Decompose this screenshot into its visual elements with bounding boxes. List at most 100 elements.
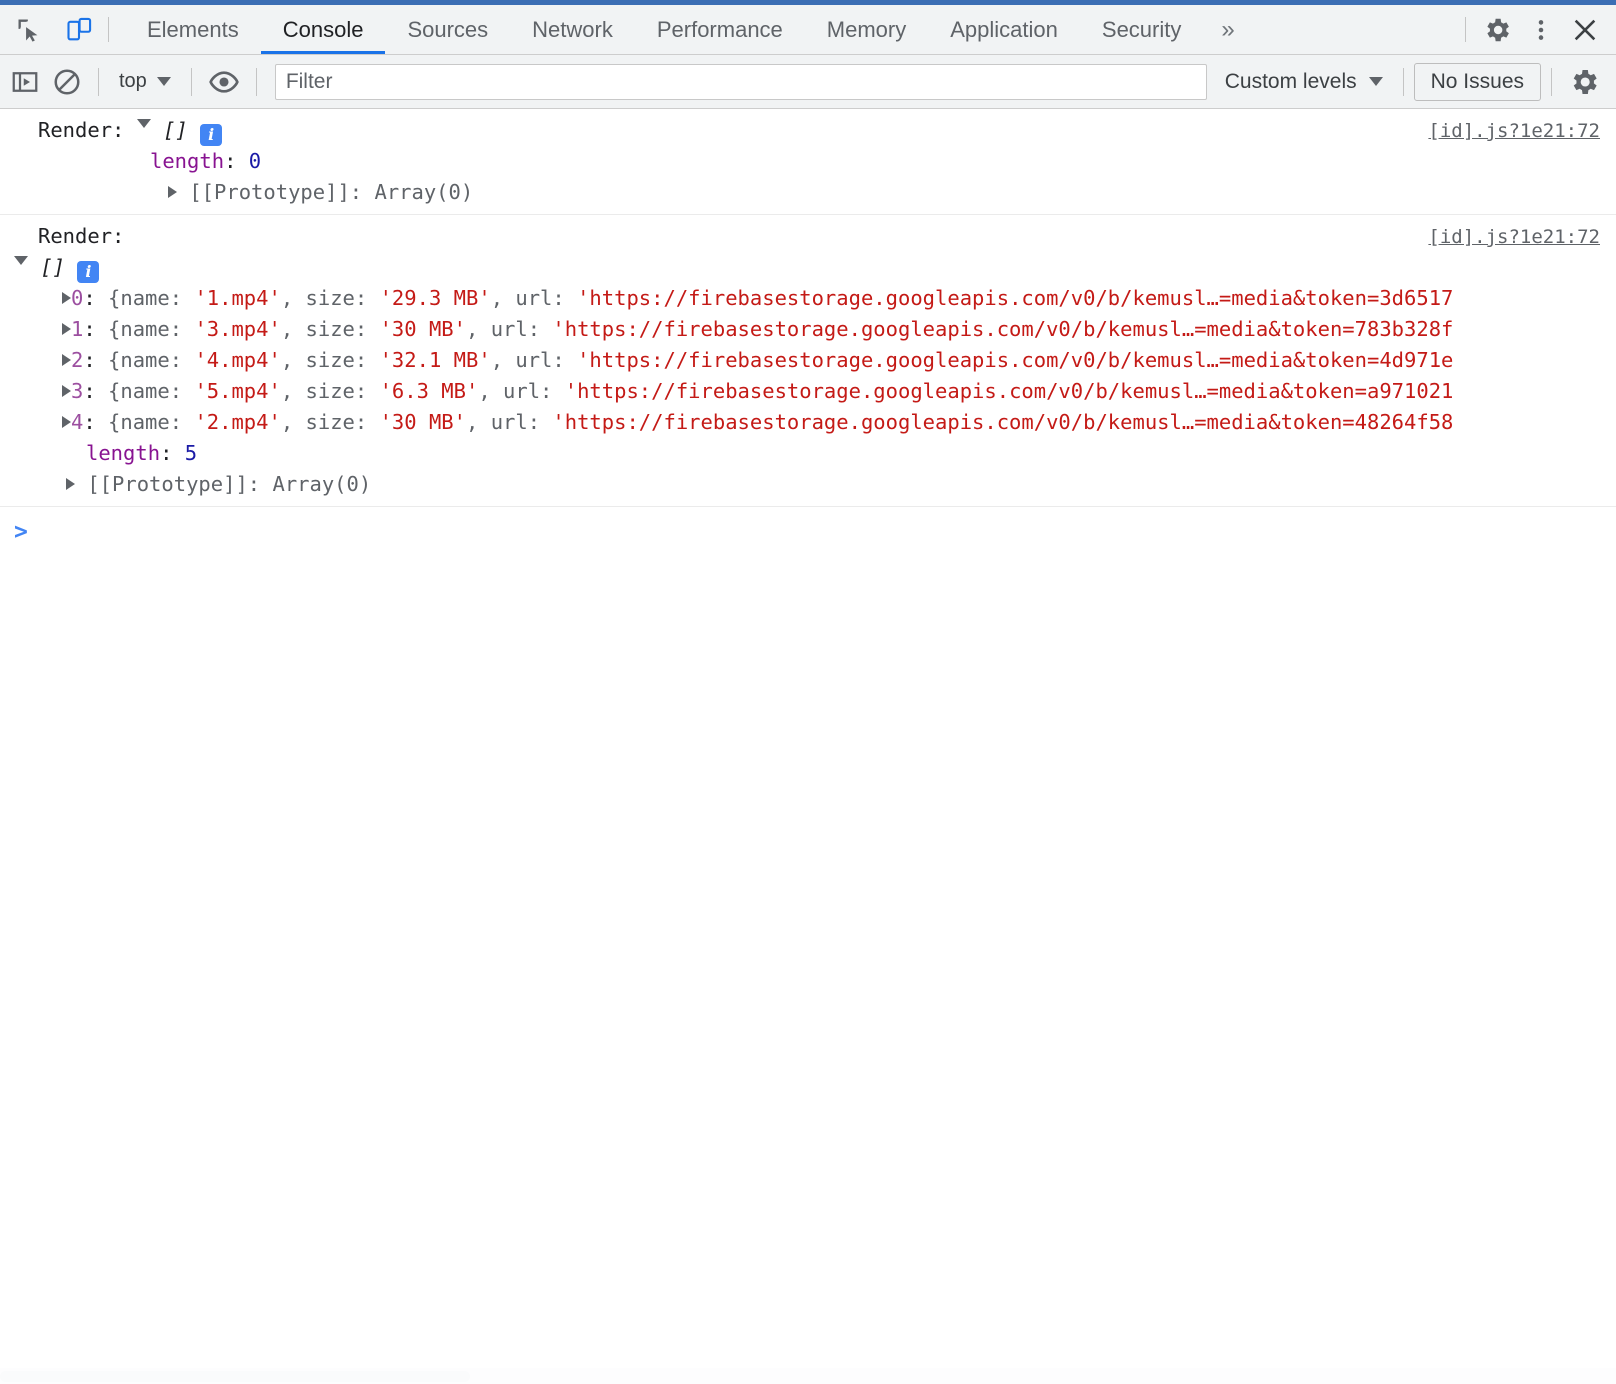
panel-tabs: Elements Console Sources Network Perform… bbox=[125, 5, 1253, 54]
tab-sources-label: Sources bbox=[407, 16, 489, 42]
url-key: url: bbox=[515, 286, 565, 310]
array-length-row: length: 5 bbox=[86, 441, 198, 465]
execution-context-label: top bbox=[119, 70, 147, 92]
tab-console[interactable]: Console bbox=[261, 5, 386, 54]
info-badge-icon[interactable]: i bbox=[200, 124, 223, 146]
devtools-window: Elements Console Sources Network Perform… bbox=[0, 0, 1616, 1384]
array-label: [] bbox=[163, 118, 188, 142]
item-url: 'https://firebasestorage.googleapis.com/… bbox=[552, 317, 1454, 341]
item-name: '2.mp4' bbox=[194, 410, 281, 434]
source-link[interactable]: [id].js?1e21:72 bbox=[1428, 222, 1600, 253]
item-name: '3.mp4' bbox=[194, 317, 281, 341]
console-toolbar: top Custom levels No Issues bbox=[0, 55, 1616, 109]
gear-icon[interactable] bbox=[1476, 9, 1518, 51]
tab-network[interactable]: Network bbox=[510, 5, 635, 54]
size-key: size: bbox=[305, 348, 368, 372]
name-key: name: bbox=[120, 410, 183, 434]
gear-icon[interactable] bbox=[1562, 61, 1606, 103]
inspect-cursor-icon[interactable] bbox=[8, 9, 50, 51]
issues-button[interactable]: No Issues bbox=[1413, 62, 1541, 101]
tab-network-label: Network bbox=[532, 16, 613, 42]
close-icon[interactable] bbox=[1564, 9, 1606, 51]
expand-toggle-icon[interactable] bbox=[168, 186, 177, 198]
item-size: '32.1 MB' bbox=[379, 348, 491, 372]
clear-console-icon[interactable] bbox=[46, 61, 88, 103]
tab-sources[interactable]: Sources bbox=[385, 5, 510, 54]
name-key: name: bbox=[120, 379, 183, 403]
log-levels-label: Custom levels bbox=[1224, 69, 1357, 93]
tab-memory-label: Memory bbox=[826, 16, 907, 42]
array-root-row: [] i bbox=[0, 252, 1616, 283]
console-prompt[interactable]: > bbox=[0, 507, 1616, 548]
item-size: '30 MB' bbox=[379, 317, 466, 341]
expand-toggle-icon[interactable] bbox=[62, 292, 71, 304]
url-key: url: bbox=[503, 379, 553, 403]
array-item-row[interactable]: 4: {name: '2.mp4', size: '30 MB', url: '… bbox=[0, 407, 1616, 438]
array-item-row[interactable]: 0: {name: '1.mp4', size: '29.3 MB', url:… bbox=[0, 283, 1616, 314]
array-length-row: length: 0 bbox=[150, 149, 262, 173]
console-toolbar-divider-4 bbox=[1402, 67, 1404, 96]
item-index: 0 bbox=[71, 286, 84, 310]
chevron-down-icon bbox=[156, 77, 171, 86]
console-toolbar-divider-5 bbox=[1551, 67, 1552, 96]
tab-elements-label: Elements bbox=[147, 16, 239, 42]
live-expression-icon[interactable] bbox=[202, 61, 246, 103]
item-url: 'https://firebasestorage.googleapis.com/… bbox=[577, 348, 1454, 372]
expand-toggle-icon[interactable] bbox=[14, 256, 28, 271]
console-message: Render: [] i 0: {name: '1.mp4', size: '2… bbox=[0, 215, 1616, 507]
info-badge-icon[interactable]: i bbox=[77, 261, 100, 283]
size-key: size: bbox=[305, 286, 368, 310]
filter-input[interactable] bbox=[274, 63, 1207, 100]
tab-performance[interactable]: Performance bbox=[635, 5, 805, 54]
console-toolbar-divider-2 bbox=[190, 67, 192, 96]
prompt-caret-icon: > bbox=[14, 519, 28, 545]
expand-toggle-icon[interactable] bbox=[62, 416, 71, 428]
execution-context-selector[interactable]: top bbox=[109, 62, 181, 102]
item-size: '30 MB' bbox=[379, 410, 466, 434]
console-message: Render: [] i length: 0 [[Prototype]]: Ar… bbox=[0, 109, 1616, 215]
tabstrip-actions-divider bbox=[1465, 17, 1466, 42]
tab-memory[interactable]: Memory bbox=[805, 5, 928, 54]
tabstrip-tool-icons bbox=[0, 5, 100, 54]
item-name: '5.mp4' bbox=[194, 379, 281, 403]
tabstrip-divider bbox=[108, 17, 109, 42]
log-levels-selector[interactable]: Custom levels bbox=[1215, 62, 1393, 102]
tabstrip-actions bbox=[1457, 5, 1616, 54]
console-sidebar-icon[interactable] bbox=[4, 61, 46, 103]
tab-security[interactable]: Security bbox=[1080, 5, 1203, 54]
item-index: 2 bbox=[71, 348, 84, 372]
chevron-down-icon bbox=[1368, 77, 1383, 86]
device-toolbar-icon[interactable] bbox=[58, 9, 100, 51]
length-key: length bbox=[86, 441, 161, 465]
item-url: 'https://firebasestorage.googleapis.com/… bbox=[577, 286, 1454, 310]
length-value: 0 bbox=[248, 149, 262, 173]
array-label: [] bbox=[40, 255, 66, 279]
horizontal-scrollbar-thumb[interactable] bbox=[0, 1371, 470, 1382]
source-link[interactable]: [id].js?1e21:72 bbox=[1428, 116, 1600, 147]
item-size: '6.3 MB' bbox=[379, 379, 479, 403]
tab-elements[interactable]: Elements bbox=[125, 5, 261, 54]
more-tabs-icon[interactable]: » bbox=[1203, 5, 1252, 54]
tab-application[interactable]: Application bbox=[928, 5, 1080, 54]
name-key: name: bbox=[120, 286, 183, 310]
tab-performance-label: Performance bbox=[656, 16, 783, 42]
expand-toggle-icon[interactable] bbox=[62, 323, 71, 335]
array-item-row[interactable]: 1: {name: '3.mp4', size: '30 MB', url: '… bbox=[0, 314, 1616, 345]
expand-toggle-icon[interactable] bbox=[62, 385, 71, 397]
horizontal-scrollbar[interactable] bbox=[0, 1368, 1616, 1384]
expand-toggle-icon[interactable] bbox=[66, 478, 75, 490]
kebab-menu-icon[interactable] bbox=[1520, 9, 1562, 51]
prototype-row[interactable]: [[Prototype]]: Array(0) bbox=[0, 177, 1616, 208]
devtools-tabstrip: Elements Console Sources Network Perform… bbox=[0, 5, 1616, 55]
expand-toggle-icon[interactable] bbox=[62, 354, 71, 366]
item-index: 3 bbox=[71, 379, 84, 403]
expand-toggle-icon[interactable] bbox=[136, 119, 151, 134]
item-name: '4.mp4' bbox=[194, 348, 281, 372]
console-message-list[interactable]: Render: [] i length: 0 [[Prototype]]: Ar… bbox=[0, 109, 1616, 1384]
prototype-row[interactable]: [[Prototype]]: Array(0) bbox=[0, 469, 1616, 500]
array-item-row[interactable]: 3: {name: '5.mp4', size: '6.3 MB', url: … bbox=[0, 376, 1616, 407]
tab-security-label: Security bbox=[1101, 16, 1182, 42]
size-key: size: bbox=[305, 317, 368, 341]
name-key: name: bbox=[120, 348, 183, 372]
array-item-row[interactable]: 2: {name: '4.mp4', size: '32.1 MB', url:… bbox=[0, 345, 1616, 376]
